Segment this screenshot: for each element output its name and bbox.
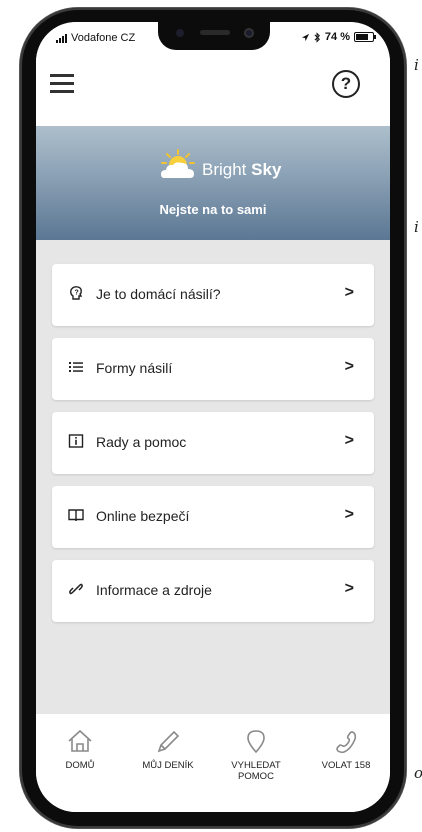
help-icon[interactable]: ? bbox=[332, 70, 360, 98]
app-bar: ? bbox=[36, 56, 390, 126]
menu-item-domestic-violence[interactable]: ? Je to domácí násilí? > bbox=[52, 264, 374, 326]
battery-icon bbox=[354, 32, 376, 42]
svg-text:?: ? bbox=[75, 290, 79, 297]
battery-percent: 74 % bbox=[324, 31, 350, 43]
menu-item-online-safety[interactable]: Online bezpečí > bbox=[52, 486, 374, 548]
location-pin-icon bbox=[247, 730, 265, 754]
phone-screen: Vodafone CZ 74 % ? Bright Sky Nejste na … bbox=[36, 22, 390, 812]
cropped-text-fragment: o bbox=[414, 764, 422, 782]
carrier-name: Vodafone CZ bbox=[71, 32, 136, 44]
chevron-right-icon: > bbox=[344, 358, 354, 375]
phone-icon bbox=[336, 731, 357, 754]
sensor bbox=[176, 29, 184, 37]
menu-item-label: Online bezpečí bbox=[96, 508, 190, 524]
chevron-right-icon: > bbox=[344, 284, 354, 301]
nav-call-158-label: VOLAT 158 bbox=[321, 760, 371, 771]
bottom-navigation: DOMŮ MŮJ DENÍK VYHLEDAT POMOC VOLAT 158 bbox=[36, 714, 390, 812]
chevron-right-icon: > bbox=[344, 432, 354, 449]
sun-cloud-logo-icon bbox=[161, 149, 195, 178]
brand-name: Bright Sky bbox=[202, 160, 281, 180]
info-icon bbox=[68, 434, 84, 448]
chevron-right-icon: > bbox=[344, 580, 354, 597]
speaker bbox=[200, 30, 230, 35]
cropped-text-fragment: i bbox=[414, 218, 419, 236]
notch bbox=[158, 22, 270, 50]
front-camera bbox=[244, 28, 254, 38]
hero-banner: Bright Sky Nejste na to sami bbox=[36, 126, 390, 240]
link-icon bbox=[69, 583, 83, 595]
nav-find-help[interactable]: VYHLEDAT POMOC bbox=[212, 728, 300, 782]
book-icon bbox=[68, 509, 84, 522]
list-icon bbox=[69, 362, 83, 372]
menu-item-information-and-resources[interactable]: Informace a zdroje > bbox=[52, 560, 374, 622]
menu-item-label: Formy násilí bbox=[96, 360, 173, 376]
status-right: 74 % bbox=[301, 31, 376, 43]
menu-item-label: Rady a pomoc bbox=[96, 434, 187, 450]
nav-home-label: DOMŮ bbox=[65, 760, 95, 771]
carrier: Vodafone CZ bbox=[56, 32, 135, 44]
pencil-icon bbox=[157, 730, 180, 753]
signal-icon bbox=[56, 33, 67, 43]
menu-item-label: Informace a zdroje bbox=[96, 582, 212, 598]
home-icon bbox=[68, 729, 92, 752]
brand-bold: Sky bbox=[251, 160, 282, 179]
cropped-text-fragment: i bbox=[414, 56, 419, 74]
menu-item-label: Je to domácí násilí? bbox=[96, 286, 221, 302]
menu-item-advice-and-help[interactable]: Rady a pomoc > bbox=[52, 412, 374, 474]
menu-item-forms-of-violence[interactable]: Formy násilí > bbox=[52, 338, 374, 400]
chevron-right-icon: > bbox=[344, 506, 354, 523]
nav-call-158[interactable]: VOLAT 158 bbox=[302, 728, 390, 771]
brand-light: Bright bbox=[202, 160, 247, 179]
location-arrow-icon bbox=[301, 33, 310, 41]
nav-find-help-label: VYHLEDAT POMOC bbox=[231, 760, 281, 782]
bluetooth-icon bbox=[314, 31, 320, 43]
nav-my-diary-label: MŮJ DENÍK bbox=[142, 760, 194, 771]
tagline: Nejste na to sami bbox=[159, 202, 267, 217]
question-head-icon: ? bbox=[70, 286, 83, 300]
nav-my-diary[interactable]: MŮJ DENÍK bbox=[124, 728, 212, 771]
hamburger-menu-icon[interactable] bbox=[50, 74, 74, 94]
nav-home[interactable]: DOMŮ bbox=[36, 728, 124, 771]
